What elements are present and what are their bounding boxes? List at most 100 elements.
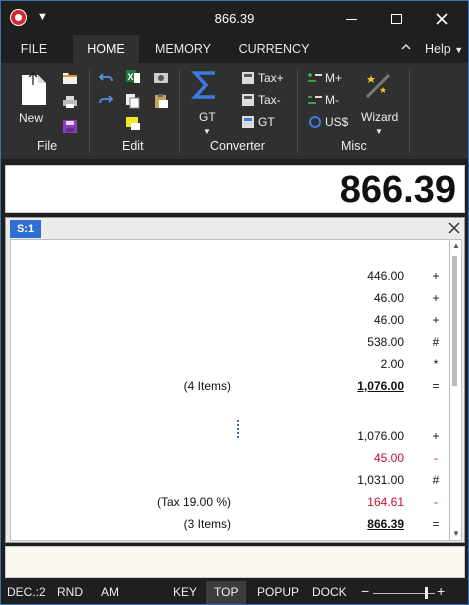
- tape-row[interactable]: (3 Items) 866.39 =: [11, 514, 451, 536]
- tape-row-value: 1,076.00: [357, 429, 404, 443]
- tape-row-value: 46.00: [373, 313, 404, 327]
- tape-row[interactable]: 1,076.00 +: [11, 426, 451, 448]
- tab-file[interactable]: FILE: [11, 35, 57, 63]
- tape-row-operator: =: [432, 379, 440, 393]
- collapse-ribbon-icon[interactable]: [401, 42, 415, 56]
- tape-row-value: 1,031.00: [357, 473, 404, 487]
- main-display: 866.39: [5, 165, 465, 213]
- tape-row[interactable]: 1,031.00 #: [11, 470, 451, 492]
- separator: [409, 69, 410, 153]
- status-rounding[interactable]: RND: [57, 581, 83, 604]
- tape-tab[interactable]: S:1: [10, 220, 41, 238]
- tape-row-value: 446.00: [367, 269, 404, 283]
- tab-home[interactable]: HOME: [73, 35, 139, 63]
- scroll-up-icon[interactable]: ▲: [452, 242, 460, 250]
- zoom-in-icon[interactable]: +: [437, 583, 445, 599]
- tape-row-operator: +: [432, 269, 440, 283]
- print-icon[interactable]: [62, 95, 78, 114]
- tape-row[interactable]: 46.00 +: [11, 310, 451, 332]
- status-top[interactable]: TOP: [206, 581, 247, 604]
- tape-row-value: 2.00: [380, 357, 404, 371]
- wizard-label[interactable]: Wizard: [361, 110, 398, 124]
- group-edit-label: Edit: [122, 139, 144, 153]
- status-dock[interactable]: DOCK: [312, 581, 347, 604]
- tape-row-operator: +: [432, 291, 440, 305]
- zoom-out-icon[interactable]: −: [361, 583, 369, 599]
- close-icon: [436, 13, 448, 25]
- tape-row-value: 866.39: [367, 517, 404, 531]
- tape-row-operator: *: [433, 357, 439, 371]
- minimize-button[interactable]: [334, 7, 368, 29]
- gt-small-label[interactable]: GT: [258, 115, 275, 129]
- ribbon: New File X Edit GT ▼ Tax+ Tax- GT Conver…: [1, 63, 468, 159]
- maximize-icon: [390, 14, 402, 25]
- memory-minus-label[interactable]: M-: [325, 93, 339, 107]
- entry-area[interactable]: [5, 546, 465, 578]
- tape-row-value: 46.00: [373, 291, 404, 305]
- copy-icon[interactable]: [125, 93, 141, 114]
- tax-minus-label[interactable]: Tax-: [258, 93, 281, 107]
- memory-plus-icon[interactable]: [307, 71, 323, 89]
- display-value: 866.39: [339, 169, 456, 211]
- highlight-icon[interactable]: [125, 115, 141, 136]
- maximize-button[interactable]: [379, 7, 413, 29]
- tax-plus-label[interactable]: Tax+: [258, 71, 284, 85]
- tape-list[interactable]: 446.00 +46.00 +46.00 +538.00 #2.00 * (4 Items)…: [10, 239, 450, 541]
- close-button[interactable]: [425, 7, 459, 29]
- currency-convert-icon[interactable]: [307, 115, 323, 134]
- tape-row-operator: =: [432, 517, 440, 531]
- save-icon[interactable]: [62, 119, 78, 139]
- memory-plus-label[interactable]: M+: [325, 71, 342, 85]
- scroll-thumb[interactable]: [452, 256, 457, 386]
- usd-label[interactable]: US$: [325, 115, 348, 129]
- wizard-icon[interactable]: [363, 69, 395, 106]
- tape-row[interactable]: (Tax 19.00 %) 164.61 -: [11, 492, 451, 514]
- tape-row-label: (3 Items): [183, 517, 231, 531]
- tape-row-operator: #: [432, 335, 440, 349]
- gt-dropdown-label[interactable]: GT: [199, 110, 216, 124]
- redo-icon[interactable]: [98, 93, 114, 112]
- undo-icon[interactable]: [98, 71, 114, 90]
- tape-row[interactable]: 46.00 +: [11, 288, 451, 310]
- paste-icon[interactable]: [153, 93, 169, 114]
- close-tape-icon[interactable]: [448, 218, 460, 239]
- chevron-down-icon[interactable]: ▼: [375, 127, 383, 136]
- tab-currency[interactable]: CURRENCY: [233, 35, 315, 63]
- gt-small-icon[interactable]: [241, 115, 255, 134]
- tape-scrollbar[interactable]: ▲ ▼: [450, 239, 462, 541]
- status-decimals[interactable]: DEC.:2: [7, 581, 46, 604]
- status-bar: DEC.:2 RND AM KEY TOP POPUP DOCK − +: [1, 581, 468, 604]
- separator: [179, 69, 180, 153]
- tab-memory[interactable]: MEMORY: [147, 35, 219, 63]
- screenshot-icon[interactable]: [153, 69, 169, 90]
- chevron-down-icon[interactable]: ▼: [203, 127, 211, 136]
- scroll-down-icon[interactable]: ▼: [452, 530, 460, 538]
- help-menu[interactable]: Help ▼: [425, 35, 463, 63]
- tape-row-operator: +: [432, 429, 440, 443]
- new-label: New: [19, 111, 44, 125]
- new-button[interactable]: New: [19, 71, 55, 131]
- tax-plus-icon[interactable]: [241, 71, 255, 90]
- tape-row-operator: -: [434, 451, 438, 465]
- zoom-thumb[interactable]: [425, 587, 428, 599]
- status-popup[interactable]: POPUP: [257, 581, 299, 604]
- svg-text:X: X: [128, 72, 134, 82]
- status-key[interactable]: KEY: [173, 581, 197, 604]
- tape-row-operator: #: [432, 473, 440, 487]
- tape-row[interactable]: (4 Items) 1,076.00 =: [11, 376, 451, 398]
- tape-row[interactable]: 2.00 *: [11, 354, 451, 376]
- tape-row[interactable]: 45.00 -: [11, 448, 451, 470]
- open-icon[interactable]: [62, 71, 78, 90]
- status-am[interactable]: AM: [101, 581, 119, 604]
- tape-row-value: 45.00: [373, 451, 404, 465]
- new-document-icon: [22, 72, 46, 105]
- separator: [297, 69, 298, 153]
- export-excel-icon[interactable]: X: [125, 69, 141, 90]
- zoom-slider[interactable]: − +: [361, 583, 451, 600]
- minimize-icon: [345, 18, 357, 21]
- tape-row[interactable]: 538.00 #: [11, 332, 451, 354]
- memory-minus-icon[interactable]: [307, 93, 323, 111]
- sum-icon[interactable]: [191, 69, 219, 106]
- tape-row[interactable]: 446.00 +: [11, 266, 451, 288]
- tax-minus-icon[interactable]: [241, 93, 255, 112]
